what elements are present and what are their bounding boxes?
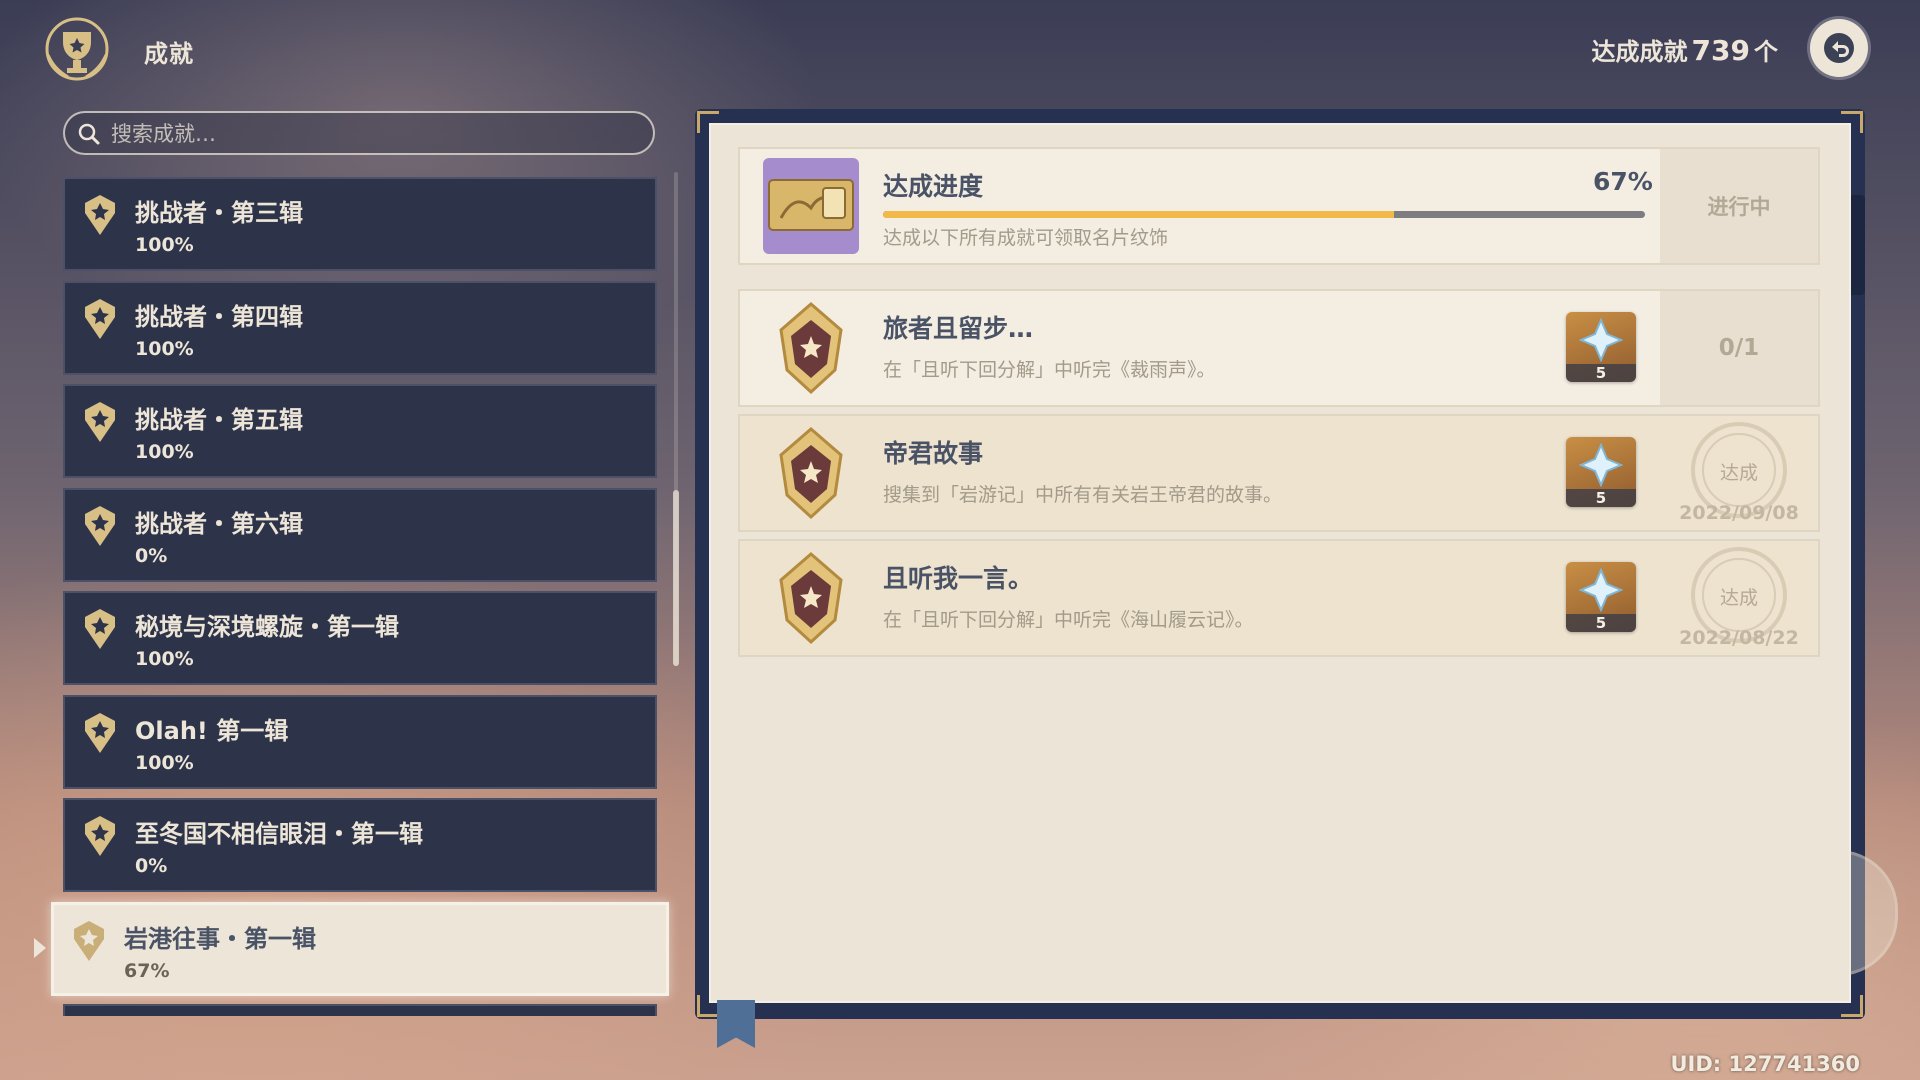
achievement-card[interactable]: 且听我一言。 在「且听下回分解」中听完《海山履云记》。 5 达成 2022/08… — [738, 539, 1820, 657]
reward-count: 5 — [1566, 489, 1636, 507]
primogem-icon — [1579, 568, 1623, 612]
progress-bar — [883, 211, 1645, 218]
bookmark-ribbon — [717, 1000, 755, 1048]
achievement-progress-count: 0/1 — [1660, 291, 1818, 405]
category-name: Olah! 第一辑 — [135, 716, 289, 745]
category-name: 挑战者・第五辑 — [135, 406, 303, 434]
achievement-trophy-icon — [45, 17, 109, 81]
category-emblem-icon — [85, 712, 115, 753]
completed-date: 2022/09/08 — [1679, 502, 1799, 524]
category-emblem-icon — [74, 920, 104, 961]
primogem-reward[interactable]: 5 — [1566, 312, 1636, 382]
category-emblem-icon — [85, 505, 115, 546]
achievement-medal-icon — [779, 427, 843, 520]
category-list: 挑战者・第三辑 100% 挑战者・第四辑 100% 挑战者・第五辑 100% 挑… — [51, 177, 669, 1005]
category-item[interactable]: Olah! 第一辑 100% — [63, 694, 657, 789]
completed-label: 达成 — [1719, 587, 1758, 609]
return-arrow-icon — [1824, 33, 1854, 63]
achievement-description: 在「且听下回分解」中听完《海山履云记》。 — [883, 609, 1254, 631]
selection-indicator-icon — [34, 938, 46, 958]
category-percent: 100% — [135, 441, 194, 463]
category-item-selected[interactable]: 岩港往事・第一辑 67% — [51, 901, 669, 996]
category-emblem-icon — [85, 298, 115, 339]
search-box[interactable] — [63, 111, 655, 155]
completed-date: 2022/08/22 — [1679, 627, 1799, 649]
category-name: 挑战者・第六辑 — [135, 509, 303, 538]
category-percent: 100% — [135, 234, 194, 256]
achievement-title: 旅者且留步… — [883, 314, 1034, 343]
page-title: 成就 — [144, 40, 194, 68]
category-emblem-icon — [85, 195, 115, 235]
primogem-reward[interactable]: 5 — [1566, 562, 1636, 632]
achievement-medal-icon — [779, 302, 843, 395]
category-percent: 100% — [135, 648, 194, 670]
category-name: 挑战者・第三辑 — [135, 199, 303, 227]
achievement-total: 达成成就 739 个 — [1592, 32, 1778, 67]
search-icon — [78, 123, 100, 145]
category-scrollbar-thumb[interactable] — [673, 490, 679, 666]
achievement-medal-icon — [779, 552, 843, 645]
total-unit: 个 — [1754, 38, 1778, 66]
progress-card: 达成进度 67% 达成以下所有成就可领取名片纹饰 进行中 — [738, 147, 1820, 265]
achievement-description: 搜集到「岩游记」中所有有关岩王帝君的故事。 — [883, 484, 1283, 506]
achievement-card[interactable]: 帝君故事 搜集到「岩游记」中所有有关岩王帝君的故事。 5 达成 2022/09/… — [738, 414, 1820, 532]
reward-count: 5 — [1566, 614, 1636, 632]
reward-count: 5 — [1566, 364, 1636, 382]
book-page-edge — [1851, 195, 1865, 295]
achievement-title: 帝君故事 — [883, 439, 984, 468]
search-input[interactable] — [109, 113, 643, 155]
achievement-title: 且听我一言。 — [883, 564, 1034, 593]
category-emblem-icon — [85, 816, 115, 856]
category-name: 秘境与深境螺旋・第一辑 — [135, 613, 399, 641]
progress-percent: 67% — [1593, 167, 1653, 196]
category-percent: 100% — [135, 751, 194, 774]
progress-status: 进行中 — [1660, 149, 1818, 263]
category-percent: 100% — [135, 337, 194, 360]
category-name: 至冬国不相信眼泪・第一辑 — [135, 820, 423, 848]
category-item-partial[interactable] — [63, 1004, 657, 1016]
category-item[interactable]: 至冬国不相信眼泪・第一辑 0% — [63, 798, 657, 892]
category-item[interactable]: 挑战者・第五辑 100% — [63, 384, 657, 478]
category-item[interactable]: 挑战者・第三辑 100% — [63, 177, 657, 271]
primogem-reward[interactable]: 5 — [1566, 437, 1636, 507]
completed-label: 达成 — [1719, 462, 1758, 484]
primogem-icon — [1579, 318, 1623, 362]
achievement-description: 在「且听下回分解」中听完《裁雨声》。 — [883, 359, 1216, 381]
back-button[interactable] — [1810, 19, 1868, 77]
category-item[interactable]: 挑战者・第四辑 100% — [63, 280, 657, 375]
achievement-card[interactable]: 旅者且留步… 在「且听下回分解」中听完《裁雨声》。 5 0/1 — [738, 289, 1820, 407]
category-percent: 67% — [124, 959, 170, 982]
completed-stamp: 达成 2022/09/08 — [1666, 420, 1812, 526]
primogem-icon — [1579, 443, 1623, 487]
category-name: 挑战者・第四辑 — [135, 302, 303, 331]
category-item[interactable]: 挑战者・第六辑 0% — [63, 487, 657, 582]
book-side-seal — [1835, 850, 1898, 976]
total-label: 达成成就 — [1591, 38, 1688, 66]
category-percent: 0% — [135, 544, 168, 567]
player-uid: UID: 127741360 — [1670, 1052, 1860, 1076]
category-emblem-icon — [85, 609, 115, 649]
category-emblem-icon — [85, 402, 115, 442]
progress-description: 达成以下所有成就可领取名片纹饰 — [883, 227, 1169, 249]
category-item[interactable]: 秘境与深境螺旋・第一辑 100% — [63, 591, 657, 685]
category-name: 岩港往事・第一辑 — [124, 924, 316, 953]
progress-bar-fill — [883, 211, 1394, 218]
completed-stamp: 达成 2022/08/22 — [1666, 545, 1812, 651]
progress-title: 达成进度 — [883, 172, 984, 201]
namecard-reward-icon — [763, 158, 859, 254]
total-count: 739 — [1691, 34, 1750, 67]
category-percent: 0% — [135, 855, 168, 877]
